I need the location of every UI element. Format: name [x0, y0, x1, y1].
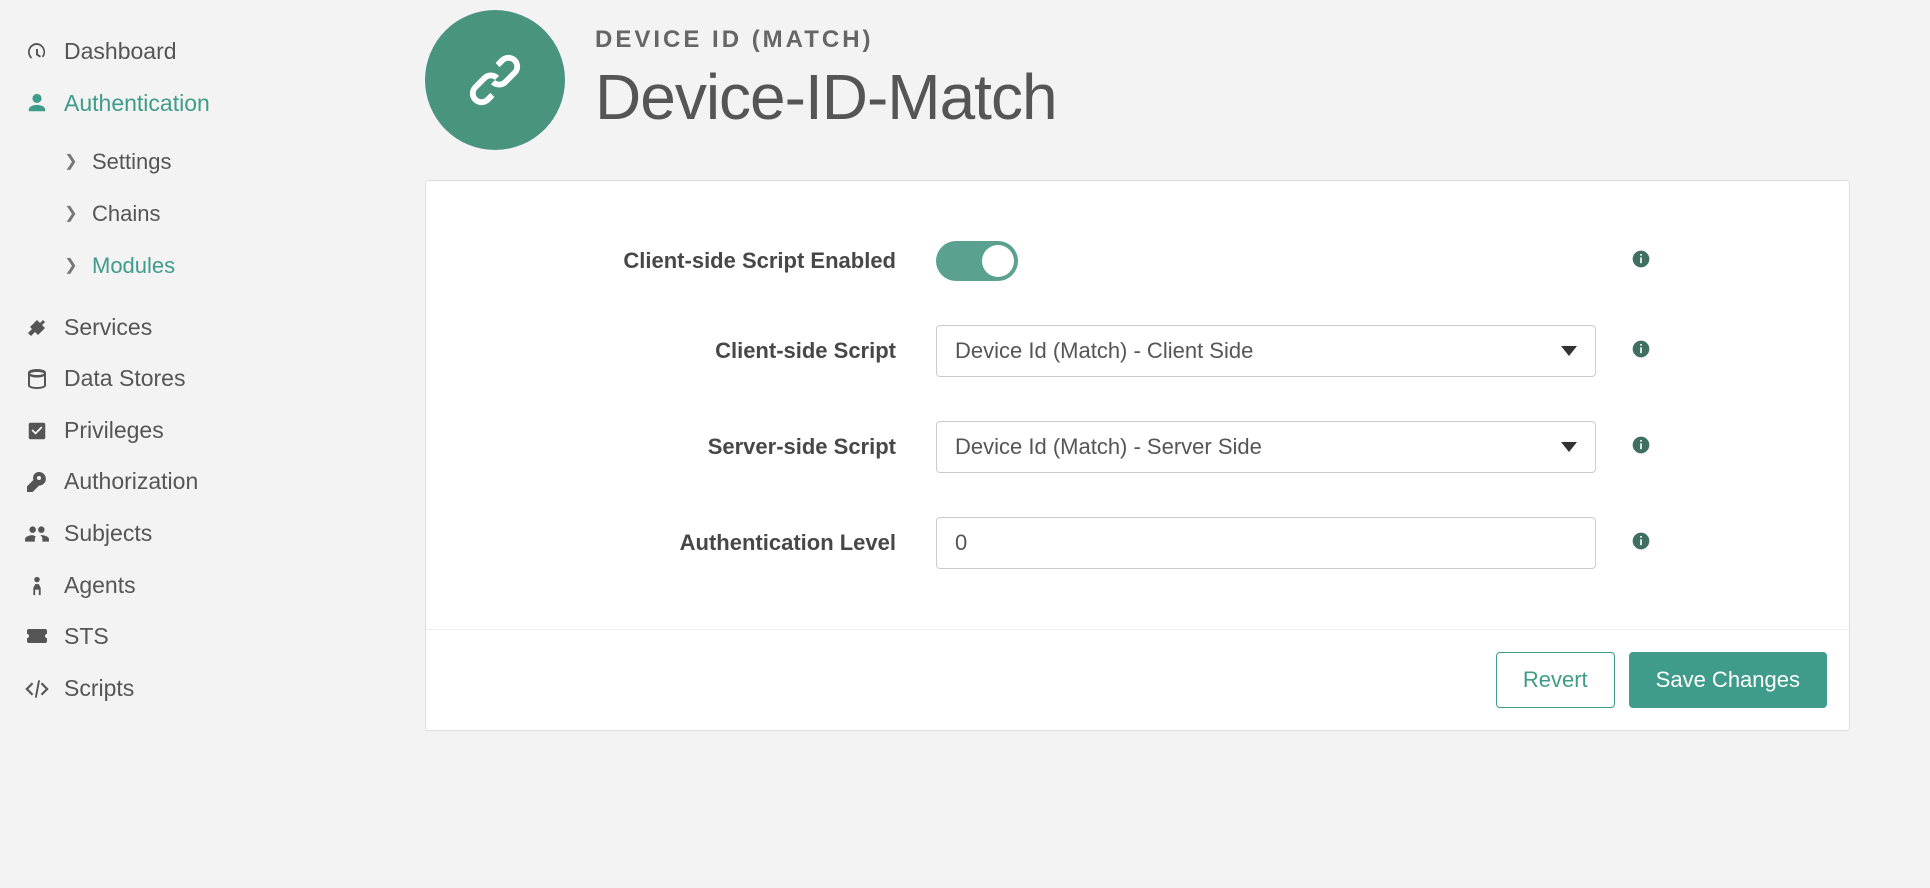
- select-server-side-script[interactable]: Device Id (Match) - Server Side: [936, 421, 1596, 473]
- sidebar-item-agents[interactable]: Agents: [24, 560, 395, 612]
- sidebar-subitem-modules[interactable]: ❯ Modules: [64, 239, 395, 291]
- label-auth-level: Authentication Level: [466, 530, 936, 556]
- toggle-client-side-enabled[interactable]: [936, 241, 1018, 281]
- row-client-side-enabled: Client-side Script Enabled: [466, 241, 1809, 281]
- sidebar-item-label: Subjects: [64, 516, 152, 552]
- info-icon[interactable]: [1630, 338, 1652, 360]
- sidebar-item-label: Authentication: [64, 86, 210, 122]
- label-server-side-script: Server-side Script: [466, 434, 936, 460]
- sidebar-item-label: Dashboard: [64, 34, 177, 70]
- label-client-side-script: Client-side Script: [466, 338, 936, 364]
- row-auth-level: Authentication Level: [466, 517, 1809, 569]
- sidebar: Dashboard Authentication ❯ Settings ❯ Ch…: [0, 0, 395, 888]
- sidebar-item-label: STS: [64, 619, 109, 655]
- database-icon: [24, 366, 50, 392]
- check-square-icon: [24, 418, 50, 444]
- sidebar-item-label: Authorization: [64, 464, 198, 500]
- users-icon: [24, 521, 50, 547]
- info-icon[interactable]: [1630, 434, 1652, 456]
- chevron-right-icon: ❯: [64, 202, 78, 227]
- row-client-side-script: Client-side Script Device Id (Match) - C…: [466, 325, 1809, 377]
- settings-card: Client-side Script Enabled Client-side S…: [425, 180, 1850, 731]
- sidebar-item-sts[interactable]: STS: [24, 611, 395, 663]
- settings-form: Client-side Script Enabled Client-side S…: [426, 181, 1849, 629]
- sidebar-item-label: Settings: [92, 145, 172, 179]
- toggle-knob: [982, 245, 1014, 277]
- sidebar-subitem-settings[interactable]: ❯ Settings: [64, 135, 395, 187]
- input-auth-level[interactable]: [955, 530, 1577, 556]
- chain-link-icon: [460, 45, 530, 115]
- sidebar-item-dashboard[interactable]: Dashboard: [24, 26, 395, 78]
- key-icon: [24, 469, 50, 495]
- revert-button[interactable]: Revert: [1496, 652, 1615, 708]
- sidebar-item-authorization[interactable]: Authorization: [24, 456, 395, 508]
- save-changes-button[interactable]: Save Changes: [1629, 652, 1827, 708]
- select-value: Device Id (Match) - Client Side: [955, 338, 1253, 364]
- main-content: DEVICE ID (MATCH) Device-ID-Match Client…: [395, 0, 1930, 888]
- info-icon[interactable]: [1630, 530, 1652, 552]
- sidebar-item-authentication[interactable]: Authentication: [24, 78, 395, 130]
- sidebar-item-label: Services: [64, 310, 152, 346]
- sidebar-item-data-stores[interactable]: Data Stores: [24, 353, 395, 405]
- card-footer: Revert Save Changes: [426, 629, 1849, 730]
- select-value: Device Id (Match) - Server Side: [955, 434, 1262, 460]
- sidebar-item-label: Modules: [92, 249, 175, 283]
- chevron-right-icon: ❯: [64, 150, 78, 175]
- page-header: DEVICE ID (MATCH) Device-ID-Match: [395, 0, 1850, 174]
- sidebar-item-label: Chains: [92, 197, 160, 231]
- info-icon[interactable]: [1630, 248, 1652, 270]
- page-title: Device-ID-Match: [595, 60, 1057, 134]
- input-wrap-auth-level: [936, 517, 1596, 569]
- label-client-side-enabled: Client-side Script Enabled: [466, 248, 936, 274]
- header-badge: [425, 10, 565, 150]
- page-subtitle: DEVICE ID (MATCH): [595, 26, 1057, 54]
- sidebar-item-label: Privileges: [64, 413, 164, 449]
- sidebar-item-label: Data Stores: [64, 361, 185, 397]
- sidebar-subitem-chains[interactable]: ❯ Chains: [64, 187, 395, 239]
- sidebar-item-subjects[interactable]: Subjects: [24, 508, 395, 560]
- sidebar-item-label: Scripts: [64, 671, 134, 707]
- select-client-side-script[interactable]: Device Id (Match) - Client Side: [936, 325, 1596, 377]
- ticket-icon: [24, 624, 50, 650]
- sidebar-item-privileges[interactable]: Privileges: [24, 405, 395, 457]
- caret-down-icon: [1561, 442, 1577, 452]
- agent-icon: [24, 573, 50, 599]
- sidebar-item-services[interactable]: Services: [24, 302, 395, 354]
- row-server-side-script: Server-side Script Device Id (Match) - S…: [466, 421, 1809, 473]
- sidebar-item-label: Agents: [64, 568, 136, 604]
- sidebar-sublist-authentication: ❯ Settings ❯ Chains ❯ Modules: [64, 135, 395, 291]
- code-icon: [24, 676, 50, 702]
- dashboard-icon: [24, 39, 50, 65]
- sidebar-item-scripts[interactable]: Scripts: [24, 663, 395, 715]
- plug-icon: [24, 314, 50, 340]
- user-icon: [24, 90, 50, 116]
- caret-down-icon: [1561, 346, 1577, 356]
- chevron-right-icon: ❯: [64, 254, 78, 279]
